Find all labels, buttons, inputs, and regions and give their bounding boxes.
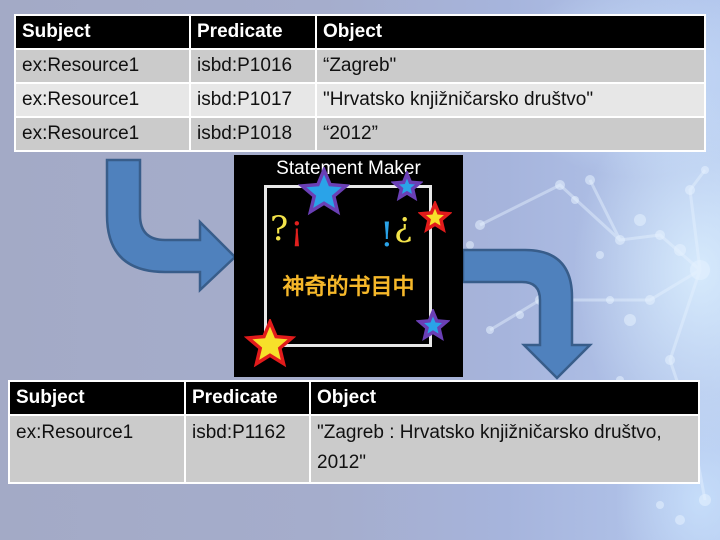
header-predicate: Predicate xyxy=(184,380,311,416)
cell-subject: ex:Resource1 xyxy=(8,414,186,484)
right-down-arrow-icon xyxy=(461,248,594,380)
header-object: Object xyxy=(315,14,706,50)
cell-object: "Zagreb : Hrvatsko knjižničarsko društvo… xyxy=(309,414,700,484)
cell-object: "Hrvatsko knjižničarsko društvo" xyxy=(315,82,706,118)
blue-star-small-icon xyxy=(391,171,423,201)
output-triple-table: Subject Predicate Object ex:Resource1 is… xyxy=(8,380,700,484)
cell-subject: ex:Resource1 xyxy=(14,82,191,118)
input-triples-table: Subject Predicate Object ex:Resource1 is… xyxy=(14,14,706,152)
question-mark-glyph: ? xyxy=(270,209,289,249)
inverted-question-glyph: ¿ xyxy=(394,205,413,245)
table-header-row: Subject Predicate Object xyxy=(8,380,700,416)
cell-predicate: isbd:P1016 xyxy=(189,48,317,84)
red-star-large-icon xyxy=(244,319,296,368)
blue-star-large-icon xyxy=(298,167,350,216)
table-header-row: Subject Predicate Object xyxy=(14,14,706,50)
cell-predicate: isbd:P1017 xyxy=(189,82,317,118)
exclamation-glyph: ! xyxy=(380,215,394,255)
cell-object: “Zagreb" xyxy=(315,48,706,84)
header-predicate: Predicate xyxy=(189,14,317,50)
blue-star-bottom-icon xyxy=(416,309,450,341)
statement-maker-image: Statement Maker ? ¡ ! ¿ 神奇的书目中 xyxy=(234,155,463,377)
header-subject: Subject xyxy=(8,380,186,416)
cell-subject: ex:Resource1 xyxy=(14,48,191,84)
down-right-arrow-icon xyxy=(105,158,237,293)
cell-predicate: isbd:P1018 xyxy=(189,116,317,152)
cell-predicate: isbd:P1162 xyxy=(184,414,311,484)
table-row: ex:Resource1 isbd:P1018 “2012” xyxy=(14,116,706,152)
red-star-small-icon xyxy=(418,201,452,233)
header-subject: Subject xyxy=(14,14,191,50)
cell-subject: ex:Resource1 xyxy=(14,116,191,152)
table-row: ex:Resource1 isbd:P1162 "Zagreb : Hrvats… xyxy=(8,414,700,484)
table-row: ex:Resource1 isbd:P1017 "Hrvatsko knjižn… xyxy=(14,82,706,118)
header-object: Object xyxy=(309,380,700,416)
table-row: ex:Resource1 isbd:P1016 “Zagreb" xyxy=(14,48,706,84)
cell-object: “2012” xyxy=(315,116,706,152)
statement-maker-chinese-text: 神奇的书目中 xyxy=(282,275,415,300)
